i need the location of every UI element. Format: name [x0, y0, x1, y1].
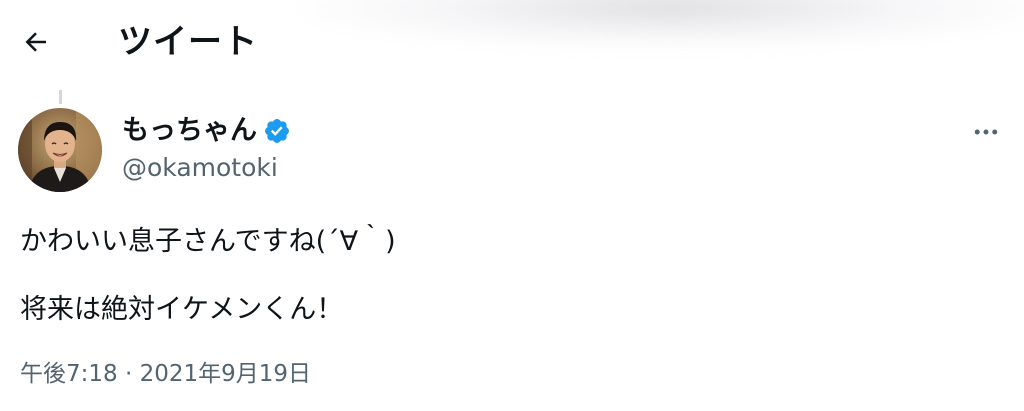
tweet-text-line: かわいい息子さんですね(´∀｀) [20, 226, 396, 257]
author-name-row[interactable]: もっちゃん [122, 114, 291, 148]
profile-photo [18, 108, 102, 192]
back-button[interactable] [16, 22, 56, 62]
more-horizontal-icon [974, 129, 998, 135]
header-bar: ツイート [0, 0, 1024, 86]
author-display-name: もっちゃん [122, 115, 257, 146]
author-handle[interactable]: @okamotoki [122, 152, 278, 184]
avatar[interactable] [18, 108, 102, 192]
tweet-time[interactable]: 午後7:18 [20, 361, 118, 387]
more-options-button[interactable] [966, 114, 1006, 150]
tweet-page: ツイート もっちゃん @okamotoki かわいい息子さんですね(´∀｀) 将… [0, 0, 1024, 411]
page-title: ツイート [118, 22, 258, 62]
tweet-timestamp: 午後7:18 · 2021年9月19日 [20, 357, 311, 391]
tweet-body: かわいい息子さんですね(´∀｀) 将来は絶対イケメンくん！ [20, 222, 1000, 330]
tweet-text-line: 将来は絶対イケメンくん！ [20, 294, 344, 325]
thread-connector [59, 90, 62, 104]
separator: · [124, 361, 133, 387]
arrow-left-icon [25, 32, 46, 52]
tweet-date[interactable]: 2021年9月19日 [140, 361, 311, 387]
verified-badge-icon [265, 119, 289, 143]
